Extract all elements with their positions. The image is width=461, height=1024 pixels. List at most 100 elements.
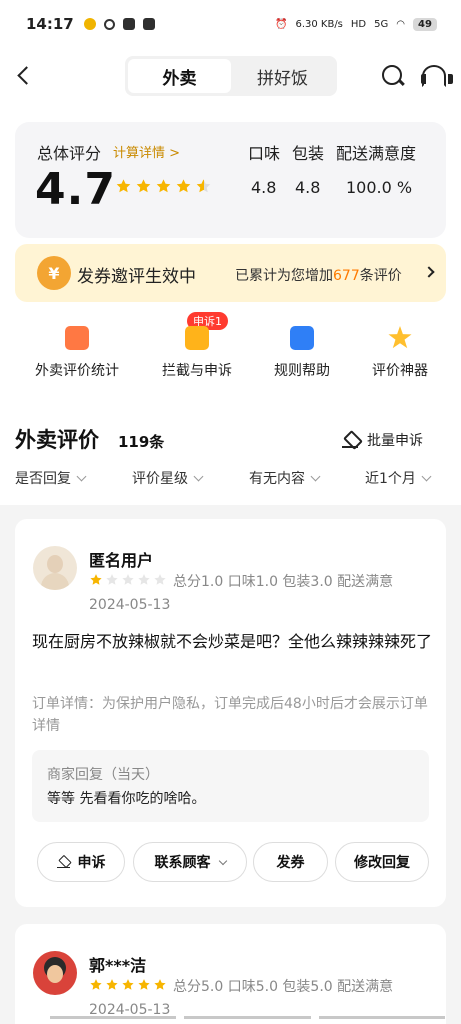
star-icon — [115, 178, 132, 195]
appeal-label: 申诉 — [77, 855, 106, 871]
status-right: ⏰ 6.30 KB/s HD 5G ◠ 49 — [275, 17, 437, 31]
overall-score-label: 总体评分 — [37, 144, 102, 163]
avatar — [33, 546, 77, 590]
packaging-label: 包装 — [292, 144, 325, 163]
send-coupon-label: 发券 — [276, 855, 305, 871]
review-user: 郭***洁 — [89, 956, 147, 975]
chevron-down-icon — [310, 471, 321, 482]
coupon-count: 677 — [333, 268, 360, 284]
signal-label: 5G — [374, 18, 389, 30]
play-icon — [122, 18, 135, 30]
top-nav: 外卖 拼好饭 — [0, 48, 461, 106]
star-icon — [90, 574, 102, 585]
status-app-icons — [83, 18, 155, 30]
gavel-icon — [342, 431, 360, 449]
chevron-down-icon — [218, 856, 227, 865]
star-icon — [106, 979, 118, 990]
review-content: 现在厨房不放辣椒就不会炒菜是吧？全他么辣辣辣辣死了 — [32, 632, 433, 651]
indicator-line — [318, 1016, 445, 1019]
mode-switch: 外卖 拼好饭 — [125, 56, 337, 96]
merchant-reply-title: 商家回复（当天） — [47, 767, 159, 783]
quick-link-label: 外卖评价统计 — [35, 363, 119, 379]
review-filters: 是否回复 评价星级 有无内容 近1个月 — [0, 468, 461, 492]
review-metrics: 总分5.0 口味5.0 包装5.0 配送满意 — [173, 979, 394, 995]
crown-icon — [142, 18, 155, 30]
coupon-icon: ¥ — [37, 256, 71, 290]
review-user: 匿名用户 — [89, 551, 154, 570]
customer-service-icon[interactable] — [420, 63, 453, 89]
chevron-down-icon — [193, 471, 204, 482]
star-icon — [175, 178, 192, 195]
network-speed: 6.30 KB/s — [295, 18, 343, 30]
star-icon — [90, 979, 102, 990]
indicator-line — [184, 1016, 311, 1019]
filter-star-rating[interactable]: 评价星级 — [132, 468, 204, 488]
quick-link-review-stats[interactable]: 外卖评价统计 — [17, 316, 137, 380]
avatar — [33, 951, 77, 995]
filter-time-range[interactable]: 近1个月 — [365, 468, 432, 488]
review-actions: 申诉 联系顾客 发券 修改回复 — [37, 842, 429, 882]
calculation-details-link[interactable]: 计算详情 > — [113, 142, 180, 161]
merchant-reply-text: 等等 先看看你吃的啥哈。 — [47, 791, 206, 807]
tab-delivery[interactable]: 外卖 — [128, 59, 231, 93]
wifi-icon: ◠ — [396, 18, 405, 30]
review-rating-stars — [89, 573, 167, 587]
contact-customer-label: 联系顾客 — [154, 855, 211, 871]
overall-score-value: 4.7 — [35, 164, 116, 215]
gavel-icon — [56, 855, 72, 870]
batch-appeal-button[interactable]: 批量申诉 — [342, 430, 423, 450]
quick-link-label: 评价神器 — [372, 363, 428, 379]
quick-link-review-tool[interactable]: 评价神器 — [340, 316, 460, 380]
star-icon — [138, 574, 150, 585]
back-icon[interactable] — [14, 62, 34, 90]
star-icon — [155, 178, 172, 195]
status-time: 14:17 — [26, 15, 74, 33]
quick-link-interception-appeal[interactable]: 申诉1 拦截与申诉 — [137, 312, 257, 380]
taste-score: 4.8 — [251, 178, 277, 197]
send-coupon-button[interactable]: 发券 — [253, 842, 328, 882]
header-area: 14:17 ⏰ 6.30 KB/s HD 5G ◠ 49 外卖 拼好饭 总体评分… — [0, 0, 461, 505]
coupon-title: 发券邀评生效中 — [77, 267, 196, 287]
merchant-reply: 商家回复（当天） 等等 先看看你吃的啥哈。 — [32, 750, 429, 822]
filter-label: 是否回复 — [15, 471, 71, 487]
contact-customer-button[interactable]: 联系顾客 — [133, 842, 247, 882]
batch-appeal-label: 批量申诉 — [367, 433, 423, 449]
review-date: 2024-05-13 — [89, 597, 171, 613]
review-rating-stars — [89, 978, 167, 992]
filter-label: 有无内容 — [249, 471, 305, 487]
chevron-down-icon — [421, 471, 432, 482]
overall-score-card: 总体评分 计算详情 > 4.7 口味 包装 配送满意度 4.8 4.8 100.… — [15, 122, 446, 238]
appeal-button[interactable]: 申诉 — [37, 842, 125, 882]
search-icon[interactable] — [380, 63, 406, 89]
alarm-icon: ⏰ — [275, 18, 288, 30]
edit-reply-button[interactable]: 修改回复 — [335, 842, 429, 882]
lightning-icon — [185, 326, 209, 350]
coupon-text-prefix: 已累计为您增加 — [235, 268, 333, 284]
delivery-satisfaction-label: 配送满意度 — [336, 144, 417, 163]
coupon-review-banner[interactable]: ¥ 发券邀评生效中 已累计为您增加677条评价 — [15, 244, 446, 302]
star-icon — [138, 979, 150, 990]
order-detail-note: 订单详情：为保护用户隐私，订单完成后48小时后才会展示订单详情 — [32, 696, 428, 734]
tab-group-meal[interactable]: 拼好饭 — [231, 59, 334, 93]
filter-content[interactable]: 有无内容 — [249, 468, 321, 488]
filter-replied[interactable]: 是否回复 — [15, 468, 87, 488]
review-metrics: 总分1.0 口味1.0 包装3.0 配送满意 — [173, 574, 394, 590]
filter-label: 评价星级 — [132, 471, 188, 487]
taste-label: 口味 — [248, 144, 281, 163]
coupon-summary: 已累计为您增加677条评价 — [235, 265, 402, 285]
filter-label: 近1个月 — [365, 471, 416, 487]
overall-rating-stars — [115, 178, 212, 195]
app-notification-icon — [83, 18, 96, 30]
star-icon — [122, 979, 134, 990]
indicator-line — [50, 1016, 177, 1019]
review-card: 匿名用户 总分1.0 口味1.0 包装3.0 配送满意 2024-05-13 现… — [15, 519, 446, 907]
sync-icon — [103, 18, 115, 30]
delivery-satisfaction-score: 100.0 % — [346, 178, 413, 197]
reviews-section-title: 外卖评价 — [15, 428, 99, 452]
coupon-text-suffix: 条评价 — [359, 268, 402, 284]
half-star-icon — [195, 178, 212, 195]
packaging-score: 4.8 — [295, 178, 321, 197]
chevron-down-icon — [76, 471, 87, 482]
star-icon — [135, 178, 152, 195]
document-icon — [290, 326, 314, 350]
